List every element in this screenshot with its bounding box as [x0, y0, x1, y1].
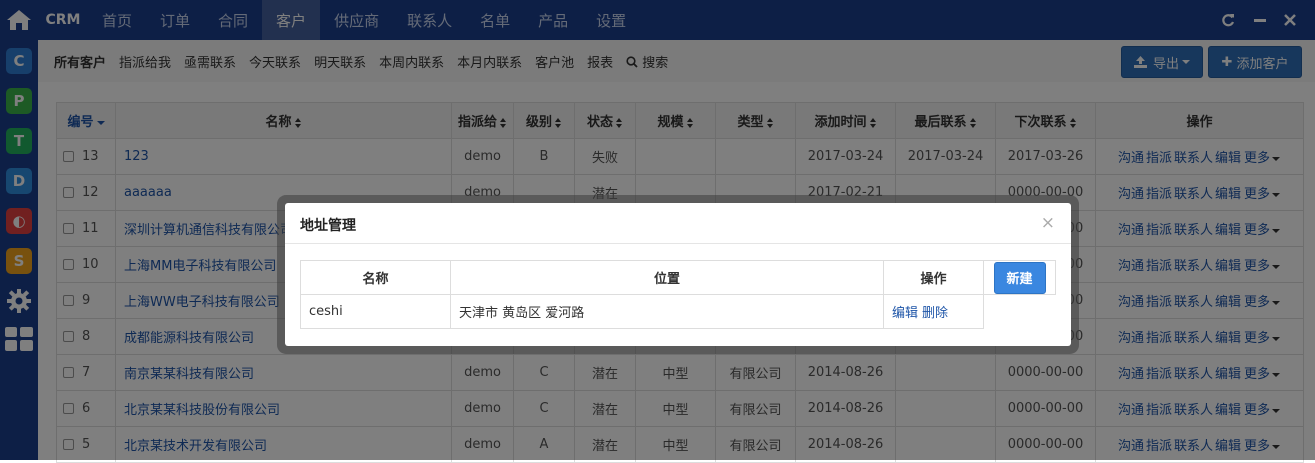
address-location: 天津市 黄岛区 爱河路 — [450, 294, 884, 329]
address-name: ceshi — [300, 294, 451, 329]
delete-address-link[interactable]: 删除 — [922, 306, 948, 321]
address-row: ceshi 天津市 黄岛区 爱河路 编辑 删除 — [300, 294, 1056, 329]
edit-address-link[interactable]: 编辑 — [892, 306, 918, 321]
dialog-divider — [285, 243, 1071, 244]
address-header-actions: 操作 — [883, 260, 984, 295]
address-table: 名称 位置 操作 新建 ceshi 天津市 黄岛区 爱河路 编辑 删除 — [300, 260, 1056, 329]
dialog-title: 地址管理 — [300, 218, 356, 234]
dialog-close-icon[interactable]: × — [1041, 213, 1055, 233]
address-header-name: 名称 — [300, 260, 451, 295]
address-header-location: 位置 — [450, 260, 884, 295]
new-button-cell: 新建 — [983, 260, 1056, 295]
address-ops: 编辑 删除 — [883, 294, 984, 329]
new-address-button[interactable]: 新建 — [993, 261, 1046, 294]
address-management-dialog: 地址管理 × 名称 位置 操作 新建 ceshi 天津市 黄岛区 爱河路 编辑删… — [285, 203, 1071, 346]
